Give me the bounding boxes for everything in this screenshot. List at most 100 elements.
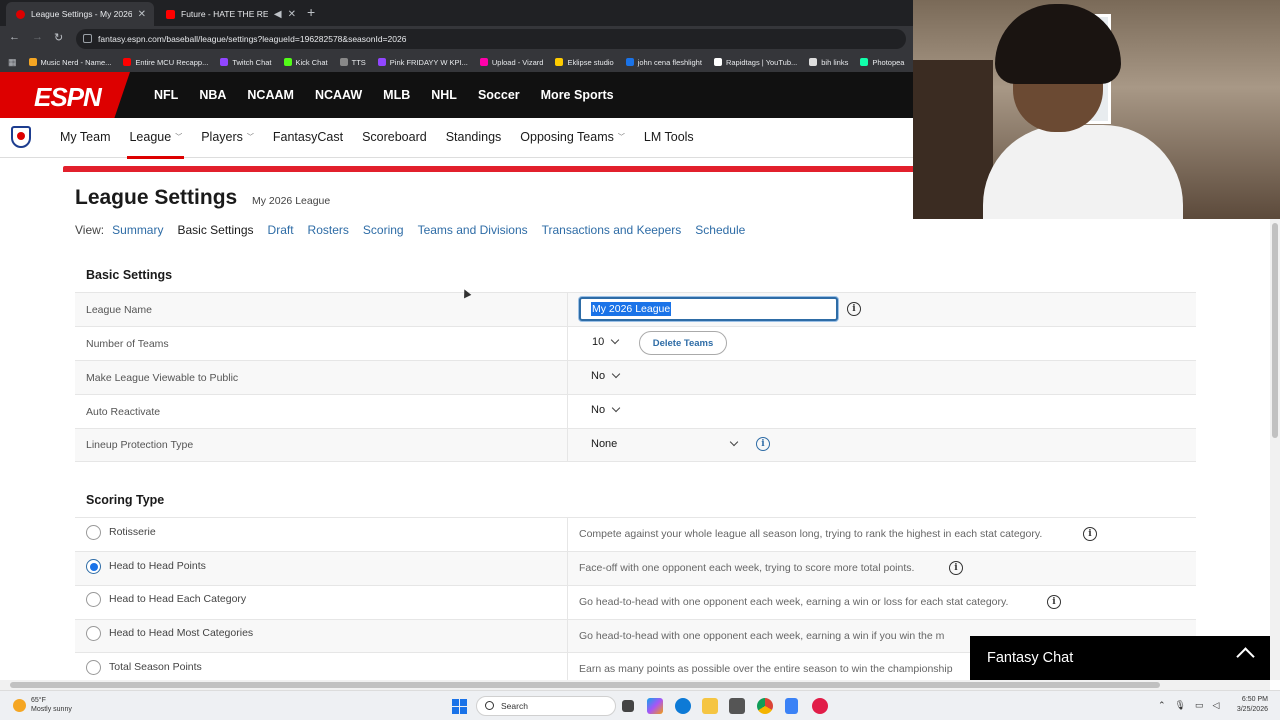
fantasy-baseball-logo-icon[interactable] — [11, 126, 31, 148]
info-icon[interactable]: i — [1083, 527, 1097, 541]
bookmark-item[interactable]: Photopea — [860, 58, 904, 67]
taskbar-search[interactable]: Search — [476, 696, 616, 716]
sport-nav-more-sports[interactable]: More Sports — [541, 88, 614, 102]
bookmark-item[interactable]: Music Nerd - Name... — [28, 58, 111, 67]
setting-row-number-of-teams: Number of Teams — [75, 326, 1196, 360]
scrollbar-thumb[interactable] — [10, 682, 1160, 688]
view-tab-schedule[interactable]: Schedule — [695, 223, 745, 237]
url-input[interactable]: fantasy.espn.com/baseball/league/setting… — [76, 29, 906, 49]
nav-lm-tools[interactable]: LM Tools — [644, 130, 694, 144]
bookmark-item[interactable]: Kick Chat — [283, 58, 328, 67]
bookmark-item[interactable]: Upload - Vizard — [479, 58, 543, 67]
auto-reactivate-select[interactable]: No — [591, 403, 621, 416]
apps-grid-icon[interactable]: ▦ — [8, 57, 17, 68]
sports-nav: NFL NBA NCAAM NCAAW MLB NHL Soccer More … — [154, 88, 614, 102]
nav-scoreboard[interactable]: Scoreboard — [362, 130, 427, 144]
view-tab-scoring[interactable]: Scoring — [363, 223, 404, 237]
new-tab-button[interactable]: + — [307, 4, 315, 20]
site-info-icon[interactable] — [83, 34, 92, 43]
weather-widget[interactable]: 65°F Mostly sunny — [13, 696, 72, 714]
edge-icon[interactable] — [675, 698, 691, 714]
info-icon[interactable]: i — [847, 302, 861, 316]
lineup-protection-select[interactable]: None — [591, 437, 739, 450]
nav-players[interactable]: Players ﹀ — [201, 130, 254, 144]
view-tab-rosters[interactable]: Rosters — [308, 223, 349, 237]
sport-nav-ncaaw[interactable]: NCAAW — [315, 88, 362, 102]
info-icon[interactable]: i — [1047, 595, 1061, 609]
espn-favicon-icon — [16, 9, 25, 19]
bookmark-item[interactable]: Entire MCU Recapp... — [123, 58, 208, 67]
radio-total-season-points[interactable] — [86, 660, 101, 675]
espn-logo[interactable]: ESPN — [34, 82, 102, 113]
settings-view-tabs: View: Summary Basic Settings Draft Roste… — [75, 223, 745, 237]
view-tab-teams-divisions[interactable]: Teams and Divisions — [418, 223, 528, 237]
nav-my-team[interactable]: My Team — [60, 130, 110, 144]
bookmark-item[interactable]: Rapidtags | YouTub... — [713, 58, 797, 67]
windows-start-icon[interactable] — [452, 699, 467, 714]
browser-tab-league-settings[interactable]: League Settings - My 2026 Lea ✕ — [6, 2, 154, 26]
sport-nav-soccer[interactable]: Soccer — [478, 88, 520, 102]
radio-h2h-most-categories[interactable] — [86, 626, 101, 641]
scoring-option-desc: Compete against your whole league all se… — [579, 528, 1043, 540]
view-tab-summary[interactable]: Summary — [112, 223, 163, 237]
sport-nav-nhl[interactable]: NHL — [431, 88, 457, 102]
sport-nav-nfl[interactable]: NFL — [154, 88, 178, 102]
bookmark-item[interactable]: Eklipse studio — [555, 58, 614, 67]
bookmark-item[interactable]: Twitch Chat — [220, 58, 272, 67]
sport-nav-nba[interactable]: NBA — [199, 88, 226, 102]
horizontal-scrollbar[interactable] — [0, 680, 1270, 690]
nav-opposing-teams[interactable]: Opposing Teams ﹀ — [520, 130, 625, 144]
browser-tab-youtube[interactable]: Future - HATE THE REAL M ◀︎ ✕ — [156, 2, 304, 26]
chrome-icon[interactable] — [757, 698, 773, 714]
taskbar-clock[interactable]: 6:50 PM 3/25/2026 — [1226, 695, 1268, 715]
view-tab-draft[interactable]: Draft — [268, 223, 294, 237]
chevron-up-icon[interactable]: ⌃ — [1158, 700, 1166, 711]
back-arrow-icon[interactable]: ← — [9, 31, 20, 43]
column-divider — [567, 429, 568, 461]
volume-icon[interactable]: ◁ — [1213, 700, 1220, 711]
radio-rotisserie[interactable] — [86, 525, 101, 540]
chevron-down-icon — [611, 403, 621, 413]
nav-fantasycast[interactable]: FantasyCast — [273, 130, 343, 144]
bookmark-icon — [713, 58, 722, 66]
bookmark-item[interactable]: john cena fleshlight — [625, 58, 702, 67]
bookmark-icon — [123, 58, 132, 66]
view-tab-basic-settings[interactable]: Basic Settings — [177, 223, 253, 237]
forward-arrow-icon[interactable]: → — [32, 31, 43, 43]
radio-h2h-points[interactable] — [86, 559, 101, 574]
number-of-teams-select[interactable]: 10 — [592, 335, 620, 348]
public-viewable-select[interactable]: No — [591, 369, 621, 382]
task-view-icon[interactable] — [622, 700, 634, 712]
bookmark-item[interactable]: bih links — [809, 58, 848, 67]
view-tab-transactions-keepers[interactable]: Transactions and Keepers — [542, 223, 682, 237]
info-icon[interactable]: i — [756, 437, 770, 451]
app-icon[interactable] — [812, 698, 828, 714]
bookmark-item[interactable]: Pink FRIDAYY W KPI... — [377, 58, 468, 67]
microphone-icon[interactable]: 🎙︎ — [1175, 700, 1186, 711]
network-icon[interactable]: ▭ — [1195, 700, 1204, 711]
setting-label: Make League Viewable to Public — [86, 371, 239, 384]
setting-row-public: Make League Viewable to Public — [75, 360, 1196, 394]
copilot-icon[interactable] — [647, 698, 663, 714]
info-icon[interactable]: i — [949, 561, 963, 575]
reload-icon[interactable]: ↻ — [54, 31, 63, 44]
close-tab-icon[interactable]: ✕ — [138, 9, 146, 20]
nav-league[interactable]: League ﹀ — [127, 130, 184, 159]
scrollbar-thumb[interactable] — [1272, 223, 1278, 438]
bookmark-item[interactable]: TTS — [339, 58, 366, 67]
notepad-icon[interactable] — [785, 698, 798, 714]
close-tab-icon[interactable]: ✕ — [288, 9, 296, 20]
league-name-input[interactable]: My 2026 League — [579, 297, 838, 321]
sport-nav-ncaam[interactable]: NCAAM — [247, 88, 294, 102]
delete-teams-button[interactable]: Delete Teams — [639, 331, 727, 355]
chevron-up-icon[interactable] — [1236, 647, 1255, 666]
radio-h2h-each-category[interactable] — [86, 592, 101, 607]
store-icon[interactable] — [729, 698, 745, 714]
setting-label: League Name — [86, 303, 152, 316]
file-explorer-icon[interactable] — [702, 698, 718, 714]
fantasy-chat-bar[interactable]: Fantasy Chat — [970, 636, 1270, 680]
nav-standings[interactable]: Standings — [446, 130, 502, 144]
sport-nav-mlb[interactable]: MLB — [383, 88, 410, 102]
vertical-scrollbar[interactable] — [1270, 219, 1280, 680]
speaker-icon[interactable]: ◀︎ — [274, 9, 282, 20]
